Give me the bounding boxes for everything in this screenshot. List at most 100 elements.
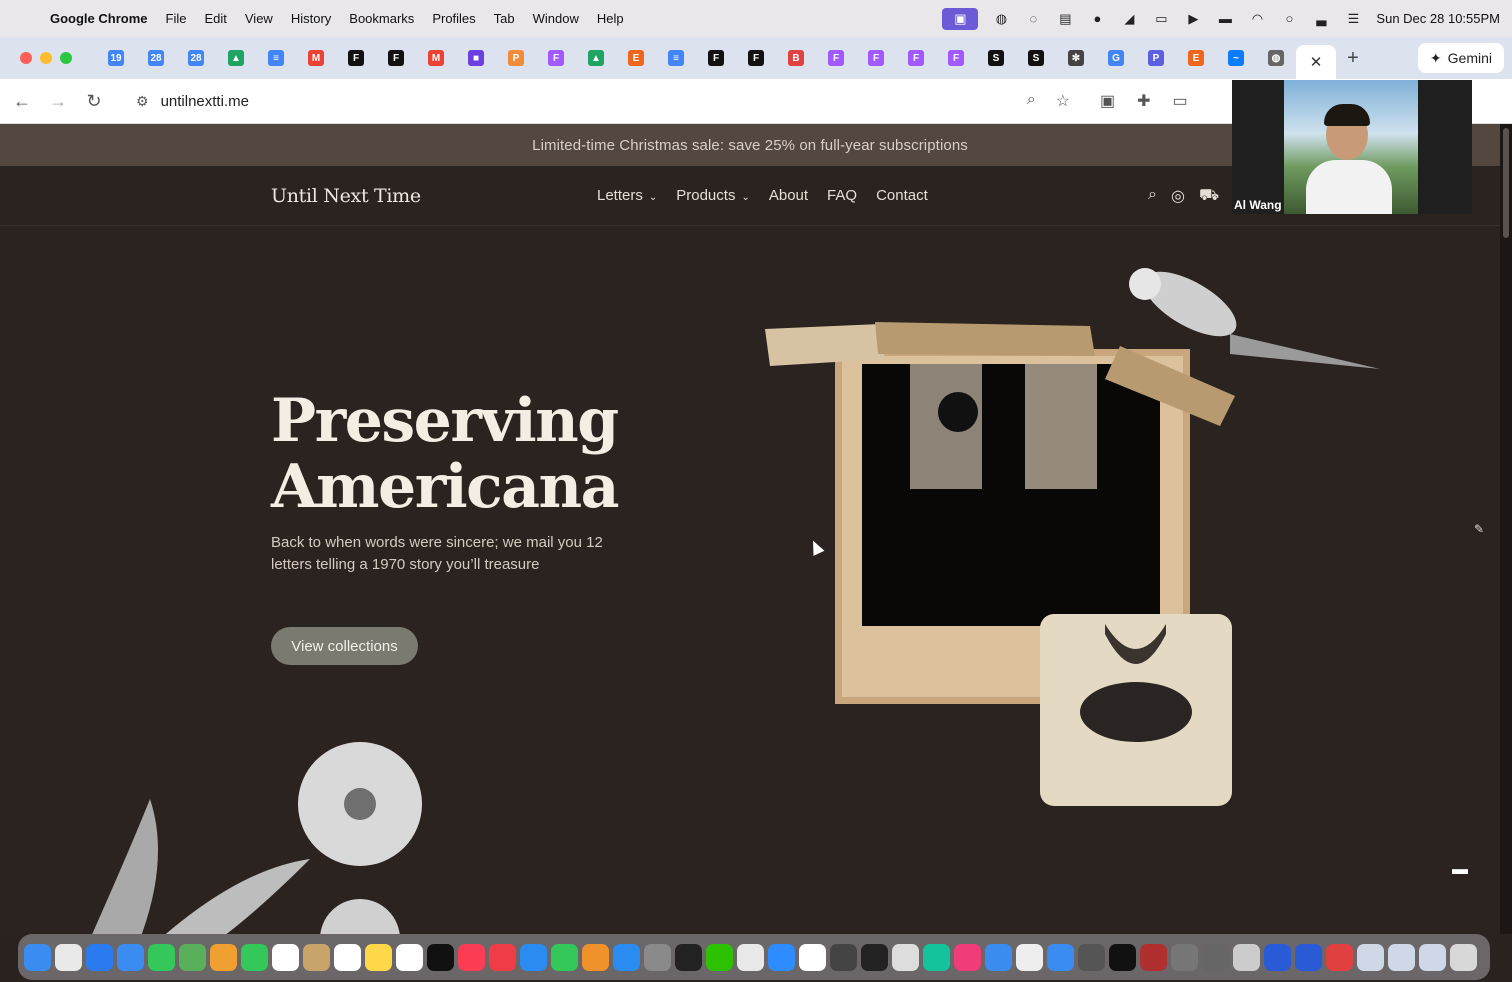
- browser-tab[interactable]: M: [296, 43, 336, 73]
- reminders-icon[interactable]: [334, 943, 361, 971]
- browser-tab[interactable]: ◍: [1256, 43, 1296, 73]
- notes-icon[interactable]: [303, 943, 330, 971]
- browser-tab[interactable]: F: [896, 43, 936, 73]
- tab-active[interactable]: ✕: [1296, 45, 1336, 79]
- browser-tab[interactable]: M: [416, 43, 456, 73]
- folder-icon[interactable]: [1419, 943, 1446, 971]
- pages-icon[interactable]: [582, 943, 609, 971]
- zoom-window-icon[interactable]: [60, 52, 72, 64]
- page-scrollbar[interactable]: [1500, 124, 1512, 934]
- menu-bookmarks[interactable]: Bookmarks: [349, 11, 414, 26]
- menu-app-name[interactable]: Google Chrome: [50, 11, 148, 26]
- cart-icon[interactable]: ⛟: [1199, 186, 1219, 206]
- app-icon[interactable]: [1078, 943, 1105, 971]
- music-icon[interactable]: [458, 943, 485, 971]
- printer-icon[interactable]: [1171, 943, 1198, 971]
- menu-file[interactable]: File: [166, 11, 187, 26]
- framer-icon[interactable]: [1109, 943, 1136, 971]
- play-icon[interactable]: ▶: [1184, 11, 1202, 27]
- calendar-icon[interactable]: [272, 943, 299, 971]
- activity-icon[interactable]: [675, 943, 702, 971]
- search-icon[interactable]: ⌕: [1148, 186, 1157, 206]
- browser-tab[interactable]: ■: [456, 43, 496, 73]
- browser-tab[interactable]: S: [976, 43, 1016, 73]
- folder-icon[interactable]: [1388, 943, 1415, 971]
- folder-icon[interactable]: [1357, 943, 1384, 971]
- menu-edit[interactable]: Edit: [204, 11, 226, 26]
- browser-tab[interactable]: F: [376, 43, 416, 73]
- grammarly-icon[interactable]: [923, 943, 950, 971]
- nav-contact[interactable]: Contact: [876, 187, 928, 204]
- menu-profiles[interactable]: Profiles: [432, 11, 475, 26]
- messages-icon[interactable]: [148, 943, 175, 971]
- address-bar[interactable]: ⚙ untilnextti.me ⌕ ☆: [122, 84, 1082, 118]
- app-icon[interactable]: [954, 943, 981, 971]
- browser-tab[interactable]: P: [1136, 43, 1176, 73]
- photos-icon[interactable]: [210, 943, 237, 971]
- menu-tab[interactable]: Tab: [494, 11, 515, 26]
- video-call-overlay[interactable]: Al Wang: [1232, 80, 1472, 214]
- news-icon[interactable]: [489, 943, 516, 971]
- app-icon[interactable]: [1202, 943, 1229, 971]
- robot-icon[interactable]: ▤: [1056, 11, 1074, 27]
- forward-arrow-icon[interactable]: →: [40, 91, 76, 112]
- car-icon[interactable]: ▃: [1312, 11, 1330, 27]
- browser-tab[interactable]: B: [776, 43, 816, 73]
- browser-tab[interactable]: S: [1016, 43, 1056, 73]
- minimize-window-icon[interactable]: [40, 52, 52, 64]
- browser-tab[interactable]: E: [1176, 43, 1216, 73]
- nav-products[interactable]: Products ⌄: [676, 187, 750, 204]
- trash-icon[interactable]: [1450, 943, 1477, 971]
- site-settings-icon[interactable]: ⚙: [136, 93, 149, 110]
- puzzle-extensions-icon[interactable]: ✚: [1137, 91, 1150, 111]
- new-tab-button[interactable]: +: [1336, 47, 1370, 70]
- browser-tab[interactable]: ≡: [256, 43, 296, 73]
- browser-tab[interactable]: 28: [176, 43, 216, 73]
- screen-share-icon[interactable]: ▣: [942, 7, 979, 30]
- calculator-icon[interactable]: [830, 943, 857, 971]
- facetime-icon[interactable]: [241, 943, 268, 971]
- menu-help[interactable]: Help: [597, 11, 624, 26]
- browser-tab[interactable]: F: [816, 43, 856, 73]
- keynote-icon[interactable]: [520, 943, 547, 971]
- quicktime-icon[interactable]: [1047, 943, 1074, 971]
- tv-icon[interactable]: [427, 943, 454, 971]
- browser-tab[interactable]: F: [736, 43, 776, 73]
- app-icon[interactable]: [1264, 943, 1291, 971]
- browser-tab[interactable]: ▲: [216, 43, 256, 73]
- appstore-icon[interactable]: [613, 943, 640, 971]
- zoom-icon[interactable]: ⌕: [1027, 91, 1036, 111]
- wechat-icon[interactable]: [706, 943, 733, 971]
- browser-tab[interactable]: F: [536, 43, 576, 73]
- app-status-icon[interactable]: ◢: [1120, 11, 1138, 27]
- slack-icon[interactable]: [799, 943, 826, 971]
- maps-icon[interactable]: [179, 943, 206, 971]
- app-icon[interactable]: [1016, 943, 1043, 971]
- finder-icon[interactable]: [24, 943, 51, 971]
- freeform-icon[interactable]: [396, 943, 423, 971]
- url-text[interactable]: untilnextti.me: [161, 93, 249, 110]
- dictionary-icon[interactable]: [1140, 943, 1167, 971]
- chat-widget-button[interactable]: ▬: [1436, 846, 1484, 894]
- app-icon[interactable]: [1295, 943, 1322, 971]
- browser-tab[interactable]: ✻: [1056, 43, 1096, 73]
- terminal-icon[interactable]: [861, 943, 888, 971]
- nav-letters[interactable]: Letters ⌄: [597, 187, 657, 204]
- numbers-icon[interactable]: [551, 943, 578, 971]
- gemini-button[interactable]: ✦ Gemini: [1417, 43, 1504, 73]
- browser-tab[interactable]: 28: [136, 43, 176, 73]
- safari-icon[interactable]: [86, 943, 113, 971]
- zoom-icon[interactable]: [768, 943, 795, 971]
- account-icon[interactable]: ◎: [1171, 186, 1185, 206]
- browser-tab[interactable]: F: [696, 43, 736, 73]
- close-window-icon[interactable]: [20, 52, 32, 64]
- launchpad-icon[interactable]: [55, 943, 82, 971]
- browser-tab[interactable]: ~: [1216, 43, 1256, 73]
- spotlight-search-icon[interactable]: ○: [1280, 11, 1298, 27]
- browser-tab[interactable]: ▲: [576, 43, 616, 73]
- nav-about[interactable]: About: [769, 187, 808, 204]
- nav-faq[interactable]: FAQ: [827, 187, 857, 204]
- menu-clock[interactable]: Sun Dec 28 10:55PM: [1376, 11, 1500, 26]
- bookmark-star-icon[interactable]: ☆: [1056, 91, 1070, 111]
- close-tab-icon[interactable]: ✕: [1310, 53, 1323, 71]
